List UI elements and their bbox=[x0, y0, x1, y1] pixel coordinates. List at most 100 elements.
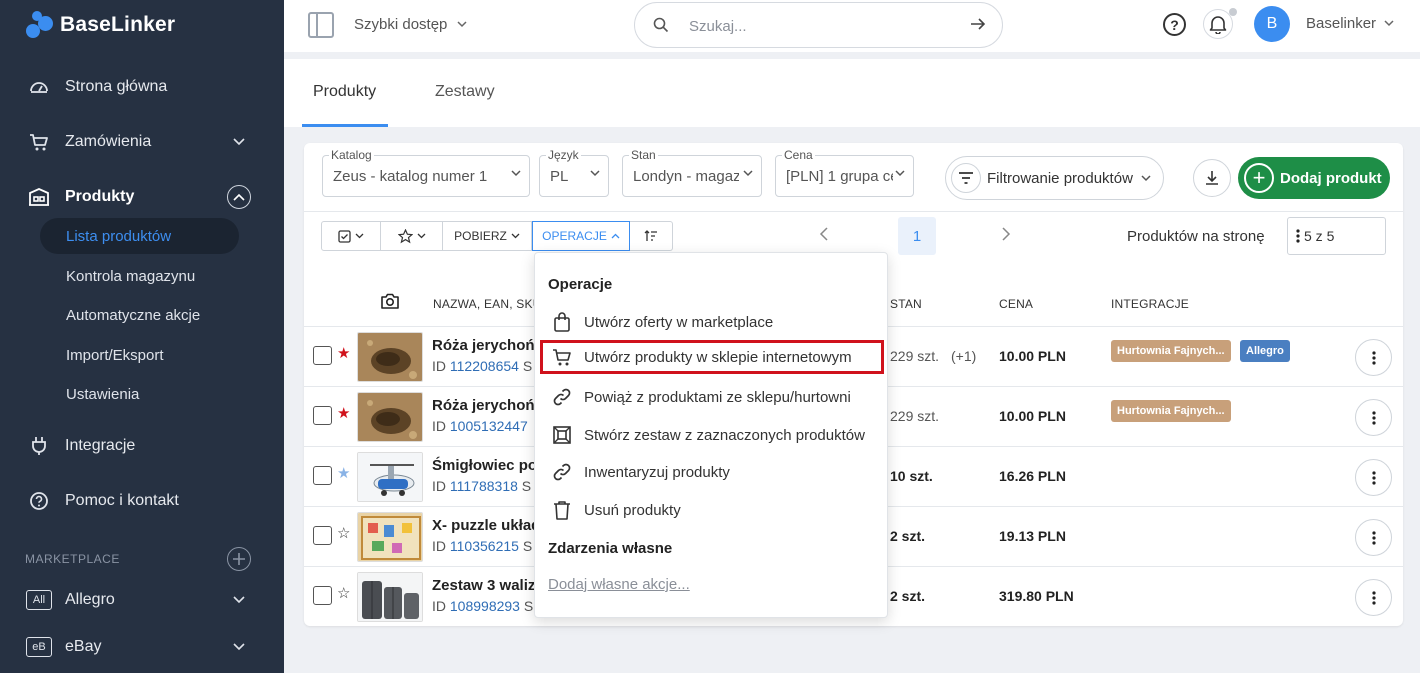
search-input[interactable] bbox=[689, 15, 959, 37]
quick-access-dropdown[interactable]: Szybki dostęp bbox=[354, 16, 467, 33]
menu-item-inventory[interactable]: Inwentaryzuj produkty bbox=[545, 455, 879, 489]
menu-item-delete-products[interactable]: Usuń produkty bbox=[545, 493, 879, 527]
product-price[interactable]: 16.26 PLN bbox=[999, 468, 1066, 484]
row-checkbox[interactable] bbox=[313, 586, 332, 605]
product-thumbnail[interactable] bbox=[357, 392, 423, 442]
add-custom-action-link[interactable]: Dodaj własne akcje... bbox=[548, 576, 690, 593]
sidebar-subitem-settings[interactable]: Ustawienia bbox=[40, 376, 239, 412]
catalog-select[interactable]: Katalog Zeus - katalog numer 1 bbox=[322, 148, 530, 197]
plus-icon bbox=[233, 553, 245, 565]
current-page[interactable]: 1 bbox=[898, 217, 936, 255]
star-icon[interactable]: ☆ bbox=[337, 584, 350, 602]
product-thumbnail[interactable] bbox=[357, 512, 423, 562]
row-checkbox[interactable] bbox=[313, 526, 332, 545]
sidebar-item-products[interactable]: Produkty bbox=[0, 177, 284, 217]
avatar[interactable]: B bbox=[1254, 6, 1290, 42]
star-icon[interactable]: ★ bbox=[337, 344, 350, 362]
sidebar-item-integrations[interactable]: Integracje bbox=[0, 426, 284, 466]
row-menu-button[interactable] bbox=[1355, 399, 1392, 436]
column-header-name[interactable]: NAZWA, EAN, SKU bbox=[433, 297, 542, 311]
row-menu-button[interactable] bbox=[1355, 519, 1392, 556]
filter-products-button[interactable]: Filtrowanie produktów bbox=[945, 156, 1164, 200]
search-box bbox=[634, 2, 1003, 48]
row-checkbox[interactable] bbox=[313, 346, 332, 365]
menu-item-create-bundle[interactable]: Stwórz zestaw z zaznaczonych produktów bbox=[545, 418, 879, 452]
product-thumbnail[interactable] bbox=[357, 452, 423, 502]
operations-dropdown[interactable]: OPERACJE bbox=[532, 221, 630, 251]
star-icon[interactable]: ★ bbox=[337, 464, 350, 482]
chevron-up-icon bbox=[611, 233, 620, 239]
sidebar-item-ebay[interactable]: eB eBay bbox=[0, 627, 284, 667]
user-name: Baselinker bbox=[1306, 15, 1377, 32]
integration-badge[interactable]: Hurtownia Fajnych... bbox=[1111, 340, 1231, 362]
logo[interactable]: BaseLinker bbox=[26, 8, 175, 42]
product-stock: 229 szt. bbox=[890, 408, 940, 424]
product-stock: 229 szt. bbox=[890, 348, 940, 364]
product-name[interactable]: Zestaw 3 walize bbox=[432, 577, 544, 594]
kebab-icon bbox=[1371, 410, 1376, 425]
sidebar-subitem-automatic-actions[interactable]: Automatyczne akcje bbox=[40, 297, 239, 333]
sidebar-item-allegro[interactable]: All Allegro bbox=[0, 580, 284, 620]
collapse-button[interactable] bbox=[227, 185, 251, 209]
add-marketplace-button[interactable] bbox=[227, 547, 251, 571]
row-checkbox[interactable] bbox=[313, 406, 332, 425]
previous-page-icon[interactable] bbox=[819, 227, 829, 241]
sidebar-subitem-product-list[interactable]: Lista produktów bbox=[40, 218, 239, 254]
sidebar-subitem-import-export[interactable]: Import/Eksport bbox=[40, 337, 239, 373]
price-group-select[interactable]: Cena [PLN] 1 grupa ce bbox=[775, 148, 914, 197]
product-price[interactable]: 10.00 PLN bbox=[999, 408, 1066, 424]
price-value: [PLN] 1 grupa ce bbox=[786, 168, 893, 185]
per-page-select[interactable]: 5 z 5 bbox=[1287, 217, 1386, 255]
product-thumbnail[interactable] bbox=[357, 332, 423, 382]
product-name[interactable]: Róża jerychońs bbox=[432, 397, 543, 414]
product-name[interactable]: X- puzzle układ bbox=[432, 517, 540, 534]
stock-select[interactable]: Stan Londyn - magaz bbox=[622, 148, 762, 197]
sidebar-toggle-icon[interactable] bbox=[308, 12, 334, 38]
custom-events-title: Zdarzenia własne bbox=[548, 540, 673, 557]
tab-products[interactable]: Produkty bbox=[313, 83, 376, 101]
allegro-icon: All bbox=[26, 590, 52, 610]
product-thumbnail[interactable] bbox=[357, 572, 423, 622]
product-name[interactable]: Śmigłowiec pol bbox=[432, 457, 541, 474]
column-header-price[interactable]: CENA bbox=[999, 297, 1033, 311]
sidebar-item-home[interactable]: Strona główna bbox=[0, 67, 284, 107]
row-menu-button[interactable] bbox=[1355, 339, 1392, 376]
row-menu-button[interactable] bbox=[1355, 459, 1392, 496]
product-name[interactable]: Róża jerychońs bbox=[432, 337, 543, 354]
integration-badge[interactable]: Allegro bbox=[1240, 340, 1290, 362]
sidebar-item-help[interactable]: Pomoc i kontakt bbox=[0, 481, 284, 521]
download-button[interactable] bbox=[1193, 159, 1231, 197]
product-price[interactable]: 319.80 PLN bbox=[999, 588, 1074, 604]
product-price[interactable]: 19.13 PLN bbox=[999, 528, 1066, 544]
column-header-stock[interactable]: STAN bbox=[890, 297, 922, 311]
star-icon[interactable]: ☆ bbox=[337, 524, 350, 542]
star-icon[interactable]: ★ bbox=[337, 404, 350, 422]
row-checkbox[interactable] bbox=[313, 466, 332, 485]
trash-icon bbox=[549, 497, 575, 523]
row-menu-button[interactable] bbox=[1355, 579, 1392, 616]
menu-item-link-products[interactable]: Powiąż z produktami ze sklepu/hurtowni bbox=[545, 380, 879, 414]
integration-badge[interactable]: Hurtownia Fajnych... bbox=[1111, 400, 1231, 422]
add-product-button[interactable]: + Dodaj produkt bbox=[1238, 157, 1390, 199]
chevron-down-icon bbox=[355, 233, 364, 239]
help-button[interactable]: ? bbox=[1163, 13, 1186, 36]
menu-item-label: Usuń produkty bbox=[584, 501, 681, 519]
sidebar-subitem-stock-control[interactable]: Kontrola magazynu bbox=[40, 258, 239, 294]
sidebar-item-orders[interactable]: Zamówienia bbox=[0, 122, 284, 162]
product-price[interactable]: 10.00 PLN bbox=[999, 348, 1066, 364]
dashboard-icon bbox=[28, 76, 50, 98]
select-all-dropdown[interactable] bbox=[321, 221, 381, 251]
chevron-down-icon bbox=[1141, 174, 1151, 181]
user-menu[interactable]: Baselinker bbox=[1306, 15, 1394, 32]
arrow-right-icon[interactable] bbox=[970, 16, 986, 32]
download-dropdown[interactable]: POBIERZ bbox=[443, 221, 532, 251]
favourite-dropdown[interactable] bbox=[381, 221, 443, 251]
operations-menu-title: Operacje bbox=[548, 276, 613, 293]
language-select[interactable]: Język PL bbox=[539, 148, 609, 197]
tab-bundles[interactable]: Zestawy bbox=[435, 83, 495, 101]
help-icon bbox=[28, 490, 50, 512]
menu-item-create-marketplace-offers[interactable]: Utwórz oferty w marketplace bbox=[545, 305, 879, 339]
menu-item-create-shop-products[interactable]: Utwórz produkty w sklepie internetowym bbox=[540, 340, 884, 374]
next-page-icon[interactable] bbox=[1001, 227, 1011, 241]
sort-button[interactable] bbox=[630, 221, 673, 251]
